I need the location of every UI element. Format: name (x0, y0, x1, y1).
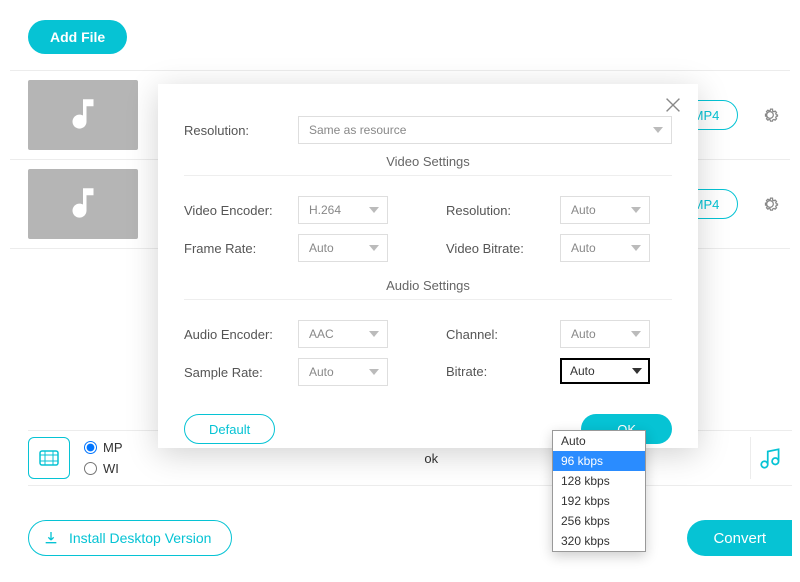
frame-rate-label: Frame Rate: (184, 241, 284, 256)
chevron-down-icon (369, 369, 379, 375)
bitrate-option[interactable]: Auto (553, 431, 645, 451)
bitrate-select[interactable]: Auto (560, 358, 650, 384)
install-desktop-button[interactable]: Install Desktop Version (28, 520, 232, 556)
music-note-icon (62, 183, 104, 225)
select-value: Auto (571, 327, 596, 341)
select-value: Same as resource (309, 123, 406, 137)
gear-icon (760, 194, 780, 214)
channel-select[interactable]: Auto (560, 320, 650, 348)
resolution-select[interactable]: Same as resource (298, 116, 672, 144)
video-category-icon[interactable] (28, 437, 70, 479)
bitrate-dropdown[interactable]: Auto96 kbps128 kbps192 kbps256 kbps320 k… (552, 430, 646, 552)
radio-input[interactable] (84, 462, 97, 475)
close-button[interactable] (662, 94, 684, 116)
radio-label: MP (103, 440, 123, 455)
video-bitrate-label: Video Bitrate: (446, 241, 546, 256)
audio-category-icon[interactable] (750, 437, 792, 479)
chevron-down-icon (631, 331, 641, 337)
radio-option[interactable]: WI (84, 461, 123, 476)
settings-button[interactable] (750, 194, 790, 214)
channel-label: Channel: (446, 327, 546, 342)
bitrate-label: Bitrate: (446, 364, 546, 379)
radio-option[interactable]: MP (84, 440, 123, 455)
sample-rate-label: Sample Rate: (184, 365, 284, 380)
sample-rate-select[interactable]: Auto (298, 358, 388, 386)
select-value: AAC (309, 327, 334, 341)
video-section-title: Video Settings (184, 154, 672, 169)
radio-input[interactable] (84, 441, 97, 454)
settings-button[interactable] (750, 105, 790, 125)
chevron-down-icon (631, 207, 641, 213)
frame-rate-select[interactable]: Auto (298, 234, 388, 262)
default-button[interactable]: Default (184, 414, 275, 444)
chevron-down-icon (632, 368, 642, 374)
audio-section-title: Audio Settings (184, 278, 672, 293)
close-icon (662, 94, 684, 116)
resolution2-select[interactable]: Auto (560, 196, 650, 224)
convert-button[interactable]: Convert (687, 520, 792, 556)
chevron-down-icon (369, 331, 379, 337)
bitrate-option[interactable]: 96 kbps (553, 451, 645, 471)
bitrate-option[interactable]: 256 kbps (553, 511, 645, 531)
divider (184, 299, 672, 300)
select-value: Auto (571, 241, 596, 255)
video-encoder-select[interactable]: H.264 (298, 196, 388, 224)
divider (10, 70, 790, 71)
video-encoder-label: Video Encoder: (184, 203, 284, 218)
bitrate-option[interactable]: 320 kbps (553, 531, 645, 551)
select-value: H.264 (309, 203, 341, 217)
select-value: Auto (309, 365, 334, 379)
bitrate-option[interactable]: 192 kbps (553, 491, 645, 511)
chevron-down-icon (369, 207, 379, 213)
audio-encoder-label: Audio Encoder: (184, 327, 284, 342)
add-file-button[interactable]: Add File (28, 20, 127, 54)
audio-encoder-select[interactable]: AAC (298, 320, 388, 348)
select-value: Auto (309, 241, 334, 255)
download-icon (43, 530, 59, 546)
bitrate-option[interactable]: 128 kbps (553, 471, 645, 491)
thumbnail (28, 169, 138, 239)
thumbnail (28, 80, 138, 150)
gear-icon (760, 105, 780, 125)
select-value: Auto (571, 203, 596, 217)
chevron-down-icon (369, 245, 379, 251)
chevron-down-icon (653, 127, 663, 133)
install-label: Install Desktop Version (69, 530, 211, 546)
music-note-icon (62, 94, 104, 136)
settings-dialog: Resolution: Same as resource Video Setti… (158, 84, 698, 448)
select-value: Auto (570, 364, 595, 378)
radio-label: WI (103, 461, 119, 476)
chevron-down-icon (631, 245, 641, 251)
video-bitrate-select[interactable]: Auto (560, 234, 650, 262)
strip-text: ok (424, 451, 448, 466)
divider (184, 175, 672, 176)
resolution-label: Resolution: (184, 123, 284, 138)
resolution2-label: Resolution: (446, 203, 546, 218)
